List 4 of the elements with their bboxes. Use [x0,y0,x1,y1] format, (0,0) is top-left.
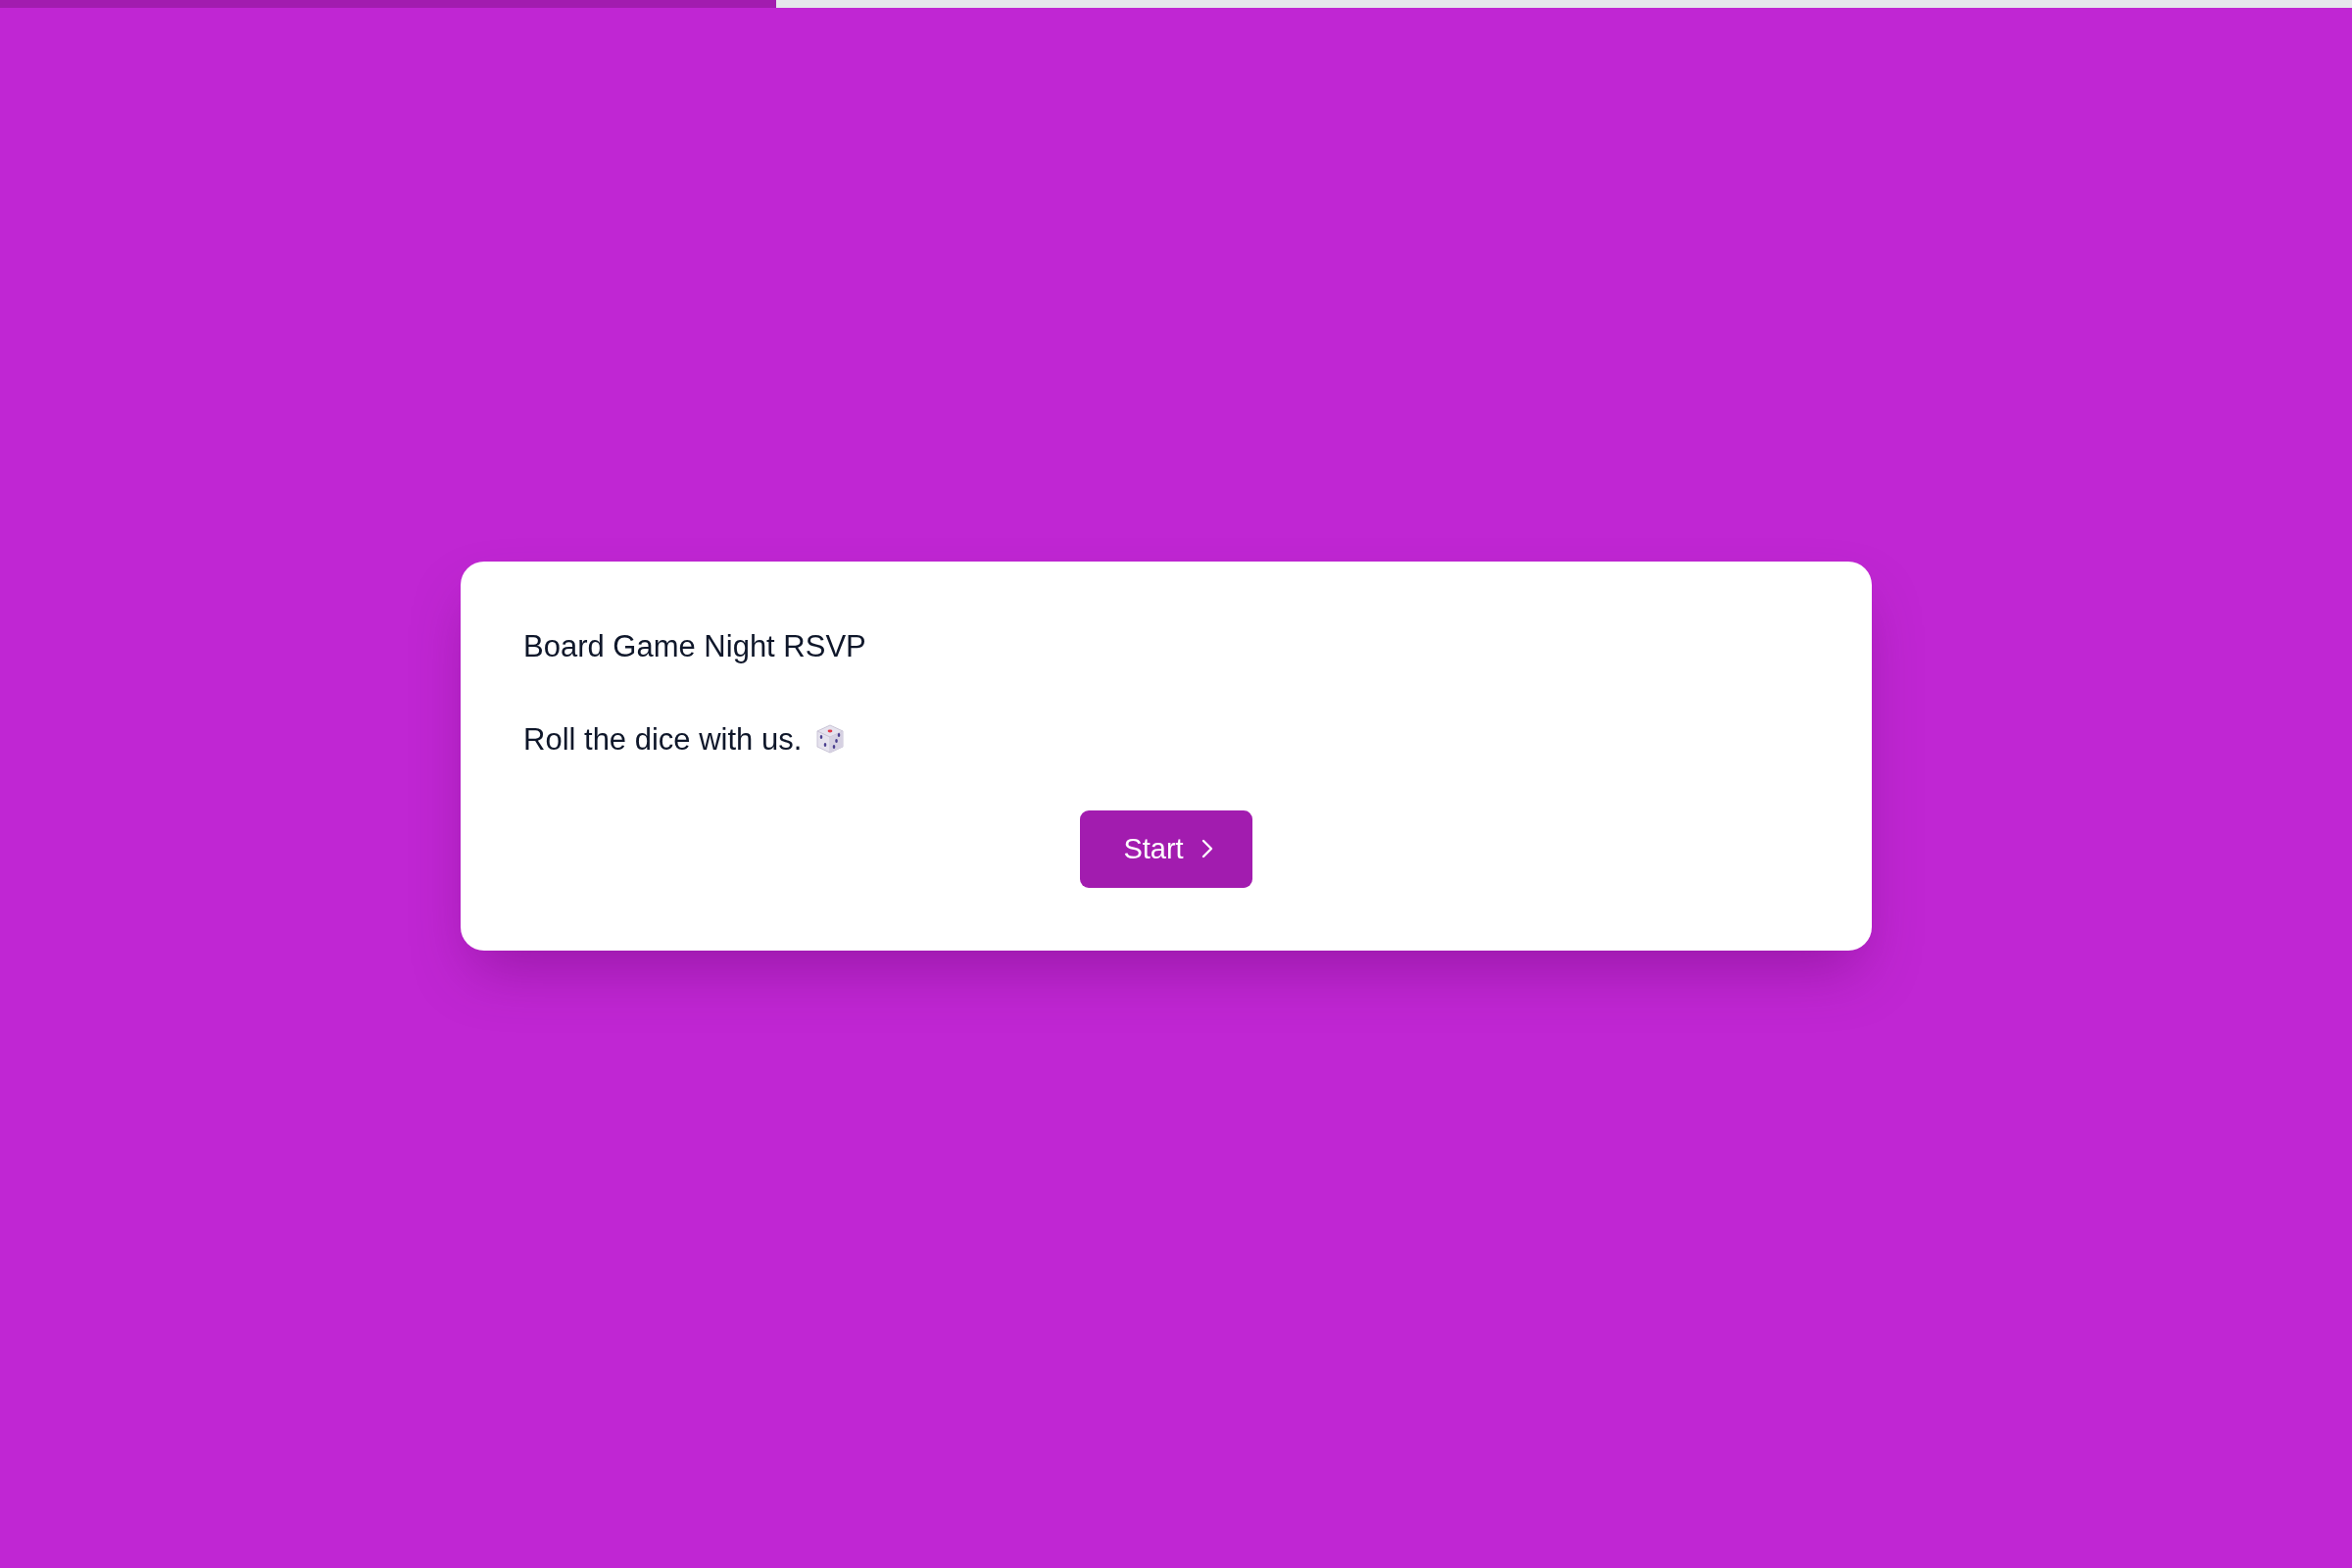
card-subtitle: Roll the dice with us. [523,720,803,759]
card-title: Board Game Night RSVP [523,627,866,665]
start-button[interactable]: Start [1080,809,1252,888]
chevron-right-icon [1200,839,1213,858]
